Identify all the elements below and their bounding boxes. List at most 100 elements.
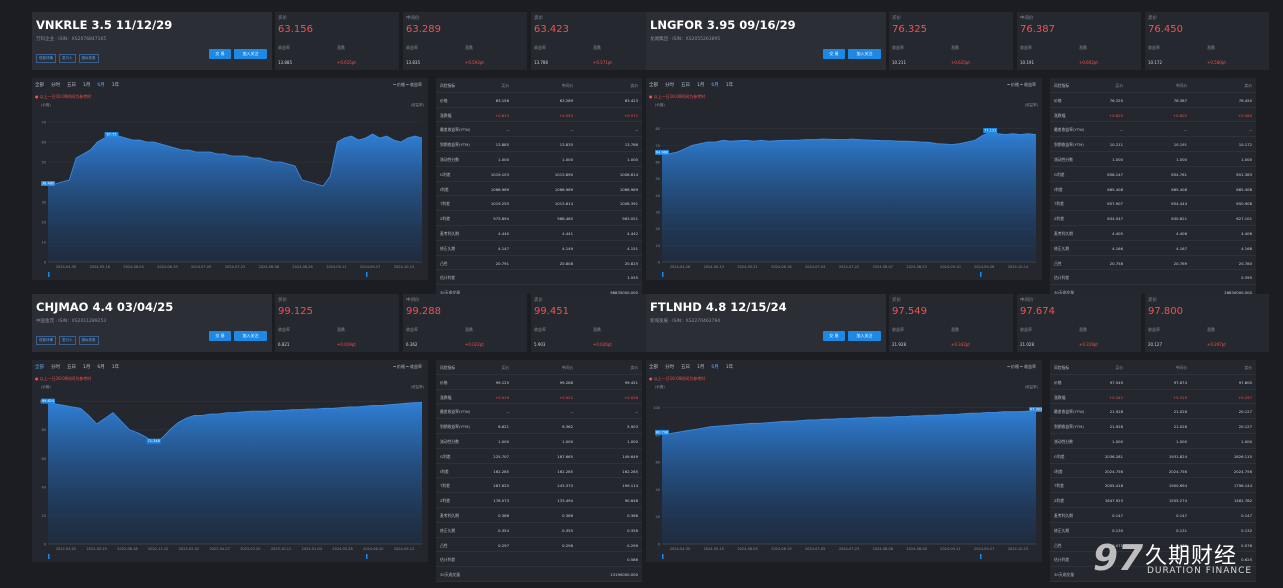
x-tick-label: 2024-08-08 [259,265,279,269]
bond-link[interactable]: 相似债券 [78,336,99,345]
x-tick-label: 2024-08-26 [292,265,312,269]
metric-value: 63.289 [559,97,573,103]
x-tick-label: 2023-10-12 [271,547,291,551]
zoom-handle-right [366,554,368,559]
table-row: T利差 1019.255 1013.814 1008.391 [436,196,642,212]
quote-mid: 中间价 99.288 收益率 涨跌 6.362 +0.022pt [403,294,527,352]
price-mark-label: 97.303 [1030,408,1042,412]
y-tick-label: 40 [42,485,46,489]
metric-value: 225.707 [493,453,509,459]
table-header-cell: 买价 [501,365,509,370]
metric-value: 21.026 [1173,409,1187,415]
table-row: 估计利差 0.586 [436,552,642,568]
metric-label: 30天成交量 [1054,572,1075,578]
y-tick-label: 20 [656,515,660,519]
quote-ask: 卖价 76.450 收益率 涨跌 10.172 +0.580pt [1145,12,1269,70]
yield-value: 20.127 [1148,342,1162,347]
yield-value: 13.835 [406,60,420,65]
metric-value: 20.825 [624,260,638,266]
bond-link[interactable]: 债券详情 [36,336,56,345]
metric-value: 13.885 [495,142,509,148]
trade-button[interactable]: 交 易 [823,49,845,59]
bond-link[interactable]: 相似债券 [78,54,99,63]
metric-value: 0.586 [627,557,638,563]
trade-button[interactable]: 交 易 [209,331,231,341]
bond-header: CHJMAO 4.4 03/04/25 中国金茂 · ISIN：XS2011289… [32,294,272,352]
price-mark-label: 38.480 [42,182,54,186]
trade-button[interactable]: 交 易 [209,49,231,59]
metric-value: +0.580 [1237,112,1252,118]
watchlist-button[interactable]: 加入关注 [234,331,267,341]
y-tick-label: 80 [656,127,660,131]
price-area [48,134,422,262]
change-label: 涨跌 [465,45,473,50]
yield-value: 21.028 [1020,342,1034,347]
quote-price: 99.451 [534,306,569,317]
metric-value: 4.166 [1112,245,1123,251]
x-tick-label: 2024-05-31 [737,265,757,269]
watchlist-button[interactable]: 加入关注 [848,49,881,59]
bond-link[interactable]: 发行人 [59,336,76,345]
watchlist-button[interactable]: 加入关注 [848,331,881,341]
table-row: 30天成交量 13190000.000 [436,567,642,582]
metric-value: 20.769 [1173,260,1187,266]
zoom-handle-right [980,554,982,559]
metric-label: I利差 [1054,468,1063,474]
x-tick-label: 2024-09-11 [940,547,960,551]
quote-price: 76.387 [1020,24,1055,35]
bond-name: FTLNHD 4.8 12/15/24 [650,300,787,314]
bond-name: CHJMAO 4.4 03/04/25 [36,300,174,314]
metric-value: 1013.814 [554,201,573,207]
metric-value: 685.408 [1171,186,1187,192]
x-tick-label: 2024-09-12 [394,547,414,551]
yield-value: 5.903 [534,342,546,347]
metric-label: G利差 [440,171,451,177]
metric-label: 涨跌幅 [1054,394,1066,400]
table-header-cell: 风险指标 [440,83,456,88]
bond-links: 债券详情 发行人 相似债券 [36,54,99,63]
change-label: 涨跌 [465,327,473,332]
change-label: 涨跌 [337,45,345,50]
x-tick-label: 2024-09-27 [974,547,994,551]
table-header-cell: 中间价 [561,83,573,88]
table-row: Z利差 1647.923 1555.274 1462.782 [1050,493,1256,508]
quote-price: 63.289 [406,24,441,35]
change-label: 涨跌 [951,45,959,50]
metric-value: 162.285 [557,468,573,474]
x-tick-label: 2024-04-30 [56,265,76,269]
bond-link[interactable]: 发行人 [59,54,76,63]
y-tick-label: 70 [42,121,46,125]
table-row: 估计利差 0.395 [1050,270,1256,286]
x-tick-label: 2023-02-02 [179,547,199,551]
quote-bid: 买价 97.549 收益率 涨跌 21.928 +0.342pt [889,294,1013,352]
metric-value: 1.000 [498,157,509,162]
quote-sub: 收益率 涨跌 13.786 +0.571pt [531,42,655,70]
table-row: 价格 99.125 99.288 99.451 [436,375,642,390]
table-row: 流动性分数 1.000 1.000 1.000 [1050,152,1256,167]
metric-value: 6.821 [498,424,509,430]
y-tick-label: 70 [656,144,660,148]
table-row: 修正久期 4.166 4.167 4.168 [1050,241,1256,256]
metric-value: 90.848 [624,498,638,504]
quote-price: 97.800 [1148,306,1183,317]
bond-link[interactable]: 债券详情 [36,54,56,63]
x-tick-label: 2024-06-03 [123,265,143,269]
metric-value: 97.674 [1173,379,1187,385]
yield-value: 6.821 [278,342,290,347]
price-mark-label: 67.75 [106,133,116,137]
trade-button[interactable]: 交 易 [823,331,845,341]
quote-sub: 收益率 涨跌 13.885 +0.615pt [275,42,399,70]
zoom-handle-right [366,272,368,277]
metric-label: 到期收益率(YTM) [440,142,470,148]
y-tick-label: 20 [656,227,660,231]
table-header-cell: 买价 [1115,365,1123,370]
change-value: +0.019pt [337,342,356,347]
watchlist-button[interactable]: 加入关注 [234,49,267,59]
metric-value: 634.547 [1107,216,1123,222]
metric-value: +0.625 [1108,112,1123,118]
metric-label: 价格 [440,379,448,385]
metric-value: 4.441 [562,231,573,236]
table-row: Z利差 176.073 133.494 90.848 [436,493,642,508]
metric-value: 1647.923 [1104,498,1123,504]
zoom-handle-left [48,554,50,559]
